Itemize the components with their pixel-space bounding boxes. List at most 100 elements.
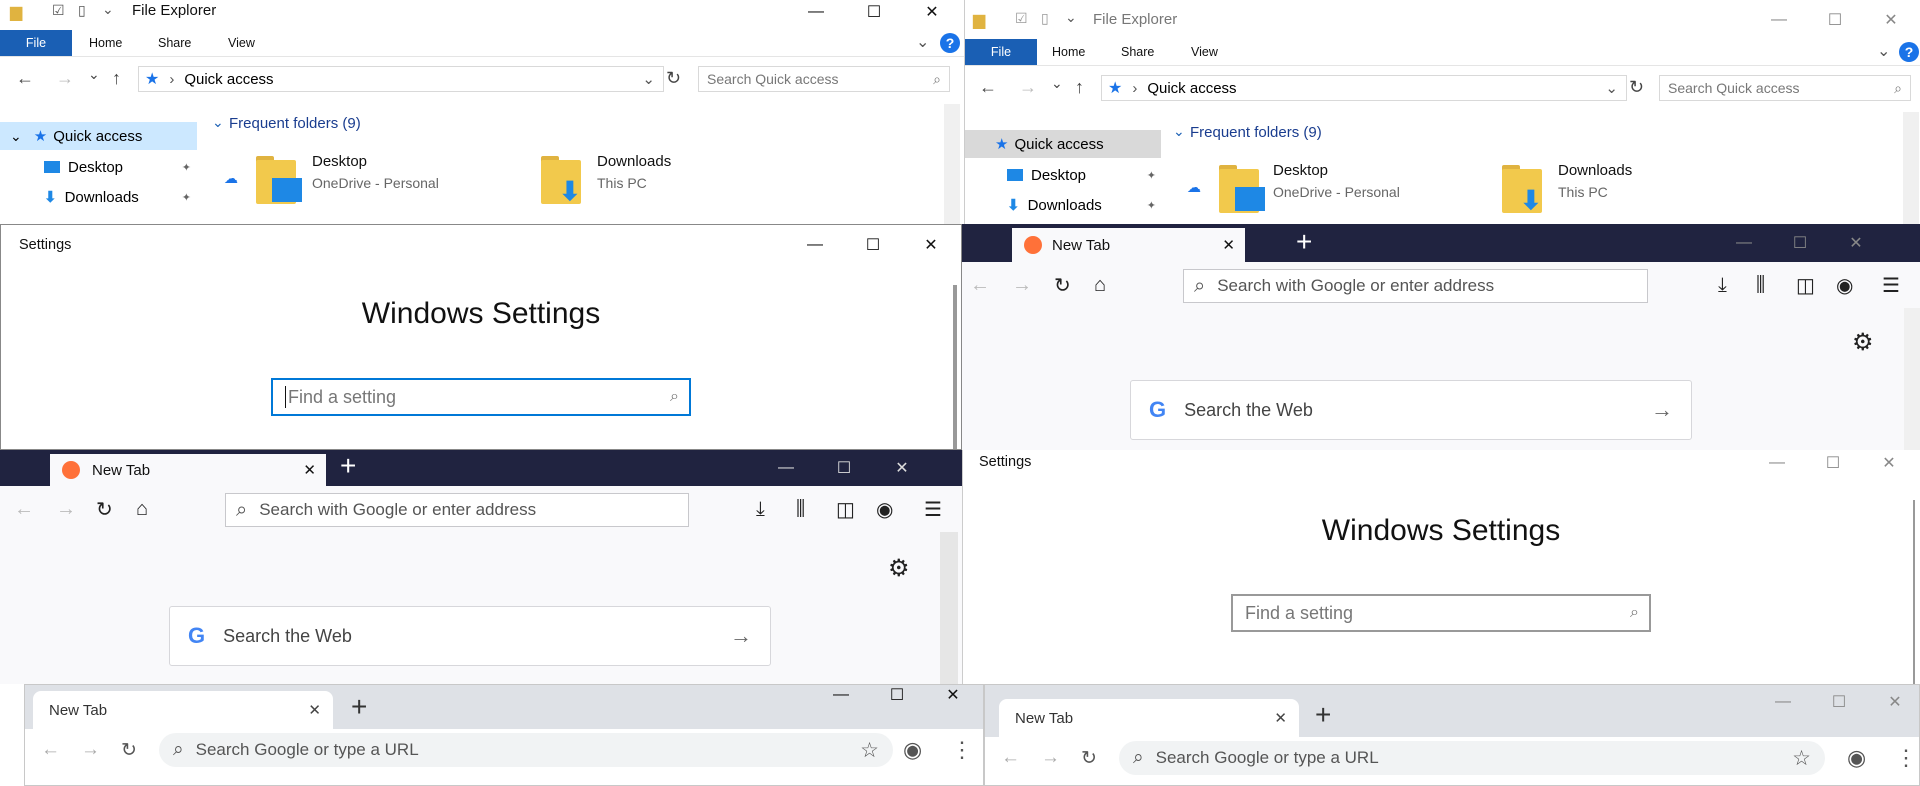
address-bar[interactable]: ★ › Quick access ⌄ [138, 66, 664, 92]
tab-new-tab[interactable]: New Tab ✕ [50, 454, 326, 486]
close-button[interactable]: ✕ [1828, 224, 1884, 262]
firefox-window-right[interactable]: New Tab ✕ + — ☐ ✕ ← → ↻ ⌂ ⌕ Search with … [962, 224, 1920, 450]
nav-item-quick-access[interactable]: ★ Quick access [965, 130, 1161, 158]
ribbon-tab-home[interactable]: Home [1052, 39, 1085, 65]
new-tab-button[interactable]: + [1315, 699, 1331, 731]
nav-item-downloads[interactable]: ⬇ Downloads ✦ [965, 191, 1162, 219]
ribbon-tab-share[interactable]: Share [1121, 39, 1154, 65]
downloads-icon[interactable]: ⤓ [756, 486, 765, 532]
maximize-button[interactable]: ☐ [816, 450, 872, 486]
library-icon[interactable]: ⫼ [796, 486, 805, 532]
tab-new-tab[interactable]: New Tab ✕ [1012, 228, 1245, 262]
close-tab-icon[interactable]: ✕ [1222, 236, 1235, 254]
tab-new-tab[interactable]: New Tab ✕ [999, 699, 1299, 737]
find-setting-input[interactable]: Find a setting ⌕ [271, 378, 691, 416]
nav-item-desktop[interactable]: Desktop ✦ [965, 161, 1162, 189]
omnibox[interactable]: ⌕ Search Google or type a URL ☆ [1119, 741, 1825, 775]
minimize-button[interactable]: — [758, 450, 814, 486]
up-button[interactable]: ↑ [112, 68, 121, 89]
desktop-folder-icon[interactable] [1219, 165, 1265, 215]
ribbon-tab-file[interactable]: File [965, 39, 1037, 65]
breadcrumb-location[interactable]: Quick access [184, 71, 273, 88]
arrow-right-icon[interactable]: → [730, 623, 752, 649]
arrow-right-icon[interactable]: → [1651, 397, 1673, 423]
account-icon[interactable]: ◉ [1836, 262, 1853, 308]
minimize-button[interactable]: — [1755, 685, 1811, 719]
sidebar-icon[interactable]: ◫ [1796, 262, 1815, 308]
maximize-button[interactable]: ☐ [1807, 8, 1863, 32]
close-button[interactable]: ✕ [1867, 685, 1919, 719]
vertical-scrollbar[interactable] [953, 285, 957, 449]
help-icon[interactable]: ? [1899, 42, 1919, 62]
forward-button[interactable]: → [56, 68, 74, 89]
downloads-icon[interactable]: ⤓ [1718, 262, 1727, 308]
file-explorer-window-left[interactable]: ▆ ☑ ▯ ⌄ File Explorer — ☐ ✕ File Home Sh… [0, 0, 964, 224]
new-tab-button[interactable]: + [351, 691, 367, 723]
ribbon-tab-view[interactable]: View [228, 30, 255, 56]
help-icon[interactable]: ? [940, 33, 960, 53]
menu-icon[interactable]: ☰ [1882, 262, 1900, 308]
minimize-button[interactable]: — [813, 685, 869, 705]
section-chevron-icon[interactable]: ⌄ [212, 114, 224, 131]
maximize-button[interactable]: ☐ [1811, 685, 1867, 719]
section-header[interactable]: Frequent folders (9) [229, 115, 361, 132]
new-folder-icon[interactable]: ▯ [78, 2, 86, 19]
library-icon[interactable]: ⫼ [1756, 262, 1765, 308]
close-button[interactable]: ✕ [1861, 450, 1917, 476]
profile-icon[interactable]: ◉ [1847, 737, 1866, 779]
up-button[interactable]: ↑ [1075, 77, 1084, 98]
folder-name[interactable]: Desktop [312, 153, 367, 170]
minimize-button[interactable]: — [1716, 224, 1772, 262]
reload-button[interactable]: ↻ [1081, 737, 1097, 779]
close-button[interactable]: ✕ [904, 0, 960, 24]
sidebar-icon[interactable]: ◫ [836, 486, 855, 532]
back-button[interactable]: ← [41, 729, 60, 771]
firefox-window-left[interactable]: New Tab ✕ + — ☐ ✕ ← → ↻ ⌂ ⌕ Search with … [0, 450, 962, 684]
close-button[interactable]: ✕ [903, 225, 959, 265]
properties-icon[interactable]: ☑ [1015, 10, 1028, 27]
forward-button[interactable]: → [56, 486, 76, 532]
refresh-button[interactable]: ↻ [666, 68, 681, 89]
forward-button[interactable]: → [1041, 737, 1060, 779]
web-search-box[interactable]: G Search the Web → [1130, 380, 1692, 440]
recent-locations-icon[interactable]: ⌄ [1051, 75, 1063, 92]
vertical-scrollbar[interactable] [1913, 500, 1915, 684]
back-button[interactable]: ← [979, 77, 997, 98]
chrome-window-left[interactable]: New Tab ✕ + — ☐ ✕ ← → ↻ ⌕ Search Google … [24, 684, 984, 786]
chrome-window-right[interactable]: New Tab ✕ + — ☐ ✕ ← → ↻ ⌕ Search Google … [984, 684, 1920, 786]
new-tab-button[interactable]: + [340, 450, 356, 482]
expand-ribbon-icon[interactable]: ⌄ [1877, 41, 1890, 61]
search-input[interactable]: Search Quick access ⌕ [698, 66, 950, 92]
nav-item-quick-access[interactable]: ⌄ ★ Quick access [0, 122, 197, 150]
folder-name[interactable]: Downloads [1558, 162, 1632, 179]
bookmark-star-icon[interactable]: ☆ [860, 738, 879, 763]
downloads-folder-icon[interactable]: ⬇ [1502, 165, 1548, 215]
omnibox[interactable]: ⌕ Search Google or type a URL ☆ [159, 733, 893, 767]
nav-item-desktop[interactable]: Desktop ✦ [0, 153, 197, 181]
maximize-button[interactable]: ☐ [1772, 224, 1828, 262]
close-tab-icon[interactable]: ✕ [1274, 709, 1287, 727]
vertical-scrollbar[interactable] [944, 104, 960, 224]
gear-icon[interactable]: ⚙ [888, 554, 910, 583]
expand-arrow-icon[interactable]: ⌄ [10, 128, 22, 145]
reload-button[interactable]: ↻ [96, 486, 113, 532]
minimize-button[interactable]: — [788, 0, 844, 24]
folder-name[interactable]: Downloads [597, 153, 671, 170]
ribbon-tab-file[interactable]: File [0, 30, 72, 56]
tab-new-tab[interactable]: New Tab ✕ [33, 691, 333, 729]
recent-locations-icon[interactable]: ⌄ [88, 66, 100, 83]
close-tab-icon[interactable]: ✕ [303, 461, 316, 479]
customize-dropdown-icon[interactable]: ⌄ [1065, 9, 1077, 26]
back-button[interactable]: ← [16, 68, 34, 89]
close-tab-icon[interactable]: ✕ [308, 701, 321, 719]
reload-button[interactable]: ↻ [121, 729, 137, 771]
properties-icon[interactable]: ☑ [52, 2, 65, 19]
settings-window-left[interactable]: Settings — ☐ ✕ Windows Settings Find a s… [0, 224, 962, 450]
home-button[interactable]: ⌂ [136, 486, 148, 532]
folder-name[interactable]: Desktop [1273, 162, 1328, 179]
close-button[interactable]: ✕ [874, 450, 930, 486]
address-dropdown-icon[interactable]: ⌄ [642, 70, 655, 88]
url-bar[interactable]: ⌕ Search with Google or enter address [225, 493, 689, 527]
maximize-button[interactable]: ☐ [846, 0, 902, 24]
account-icon[interactable]: ◉ [876, 486, 893, 532]
